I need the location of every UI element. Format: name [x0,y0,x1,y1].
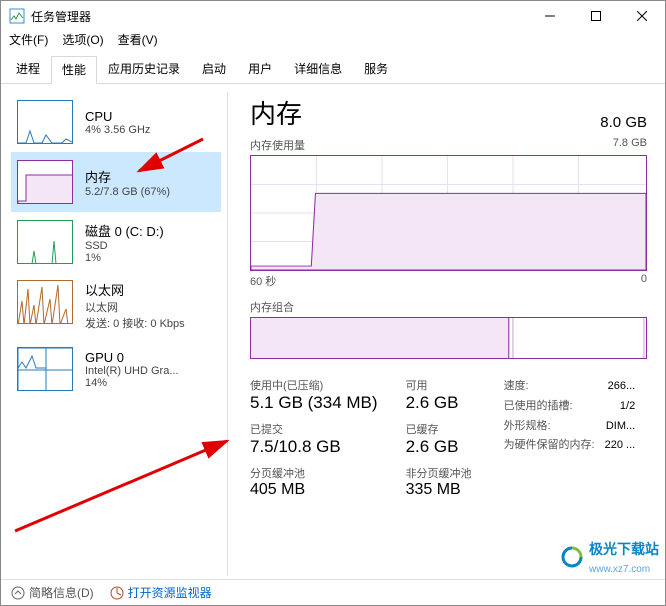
stat-slots-value: 1/2 [620,397,635,417]
maximize-button[interactable] [573,1,619,31]
close-button[interactable] [619,1,665,31]
task-manager-window: 任务管理器 文件(F) 选项(O) 查看(V) 进程 性能 应用历史记录 启动 … [0,0,666,606]
sidebar-item-sub: Intel(R) UHD Gra... [85,365,179,377]
tab-performance[interactable]: 性能 [51,56,97,84]
stat-nonpaged-label: 非分页缓冲池 [406,465,472,481]
resource-monitor-icon [110,586,124,600]
sidebar-item-sub: SSD [85,240,164,252]
memory-usage-chart[interactable] [250,155,647,271]
stat-speed-value: 266... [608,377,636,397]
watermark-logo-icon [559,544,585,570]
stat-speed-label: 速度: [504,377,529,397]
titlebar: 任务管理器 [1,1,665,31]
stat-nonpaged-value: 335 MB [406,482,472,498]
sidebar-item-label: 内存 [85,167,170,186]
menu-view[interactable]: 查看(V) [118,31,158,51]
sidebar-item-cpu[interactable]: CPU 4% 3.56 GHz [11,92,221,152]
watermark: 极光下载站 www.xz7.com [559,539,659,575]
stat-reserved-value: 220 ... [605,436,636,456]
sidebar-item-sub2: 1% [85,252,164,264]
memory-capacity: 8.0 GB [600,114,647,131]
usage-chart-label: 内存使用量 [250,137,305,153]
memory-thumb-icon [17,160,73,204]
usage-chart-x-left: 60 秒 [250,273,276,289]
memory-stats: 使用中(已压缩) 5.1 GB (334 MB) 可用 2.6 GB 已提交 7… [250,377,647,498]
stat-paged-value: 405 MB [250,482,378,498]
window-title: 任务管理器 [31,8,91,25]
sidebar-item-ethernet[interactable]: 以太网 以太网 发送: 0 接收: 0 Kbps [11,272,221,339]
composition-label: 内存组合 [250,299,647,315]
tab-startup[interactable]: 启动 [191,55,237,83]
sidebar-item-disk[interactable]: 磁盘 0 (C: D:) SSD 1% [11,212,221,272]
tab-details[interactable]: 详细信息 [283,55,353,83]
menubar: 文件(F) 选项(O) 查看(V) [1,31,665,51]
watermark-url: www.xz7.com [589,564,650,575]
stat-available-value: 2.6 GB [406,394,472,411]
stat-form-value: DIM... [606,417,635,437]
stat-reserved-label: 为硬件保留的内存: [504,436,595,456]
menu-options[interactable]: 选项(O) [62,31,103,51]
menu-file[interactable]: 文件(F) [9,31,48,51]
stat-in-use-label: 使用中(已压缩) [250,377,378,393]
open-resource-monitor-label: 打开资源监视器 [128,584,212,601]
memory-hw-info: 速度: 266... 已使用的插槽: 1/2 外形规格: DIM... 为硬件保留的内… [504,377,636,498]
memory-composition-chart[interactable] [250,317,647,359]
sidebar-item-label: GPU 0 [85,350,179,365]
open-resource-monitor-link[interactable]: 打开资源监视器 [110,584,212,601]
sidebar-item-label: CPU [85,109,150,124]
watermark-brand: 极光下载站 [589,539,659,559]
tab-users[interactable]: 用户 [237,55,283,83]
stat-committed-label: 已提交 [250,421,378,437]
sidebar-item-memory[interactable]: 内存 5.2/7.8 GB (67%) [11,152,221,212]
chevron-up-icon [11,586,25,600]
minimize-button[interactable] [527,1,573,31]
sidebar-item-sub: 4% 3.56 GHz [85,124,150,136]
usage-chart-max: 7.8 GB [613,137,647,153]
footer: 简略信息(D) 打开资源监视器 [1,579,665,605]
gpu-thumb-icon [17,347,73,391]
usage-chart-x-right: 0 [641,273,647,289]
brief-info-link[interactable]: 简略信息(D) [11,584,94,601]
sidebar-item-gpu[interactable]: GPU 0 Intel(R) UHD Gra... 14% [11,339,221,399]
tabs: 进程 性能 应用历史记录 启动 用户 详细信息 服务 [1,51,665,84]
tab-processes[interactable]: 进程 [5,55,51,83]
body: CPU 4% 3.56 GHz 内存 5.2/7.8 GB (67%) [1,84,665,584]
sidebar-item-sub: 5.2/7.8 GB (67%) [85,186,170,198]
stat-cached-label: 已缓存 [406,421,472,437]
stat-slots-label: 已使用的插槽: [504,397,573,417]
stat-paged-label: 分页缓冲池 [250,465,378,481]
sidebar-item-sub2: 发送: 0 接收: 0 Kbps [85,315,185,331]
page-title: 内存 [250,94,302,131]
ethernet-thumb-icon [17,280,73,324]
sidebar-item-label: 磁盘 0 (C: D:) [85,221,164,240]
app-icon [9,8,25,24]
brief-info-label: 简略信息(D) [29,584,94,601]
stat-form-label: 外形规格: [504,417,551,437]
sidebar-item-label: 以太网 [85,280,185,299]
tab-app-history[interactable]: 应用历史记录 [97,55,191,83]
stat-in-use-value: 5.1 GB (334 MB) [250,394,378,411]
disk-thumb-icon [17,220,73,264]
sidebar-item-sub: 以太网 [85,299,185,315]
cpu-thumb-icon [17,100,73,144]
main-panel: 内存 8.0 GB 内存使用量 7.8 GB [228,84,665,584]
window-buttons [527,1,665,31]
sidebar: CPU 4% 3.56 GHz 内存 5.2/7.8 GB (67%) [1,84,227,584]
stat-available-label: 可用 [406,377,472,393]
stat-committed-value: 7.5/10.8 GB [250,438,378,455]
sidebar-item-sub2: 14% [85,377,179,389]
stat-cached-value: 2.6 GB [406,438,472,455]
tab-services[interactable]: 服务 [353,55,399,83]
